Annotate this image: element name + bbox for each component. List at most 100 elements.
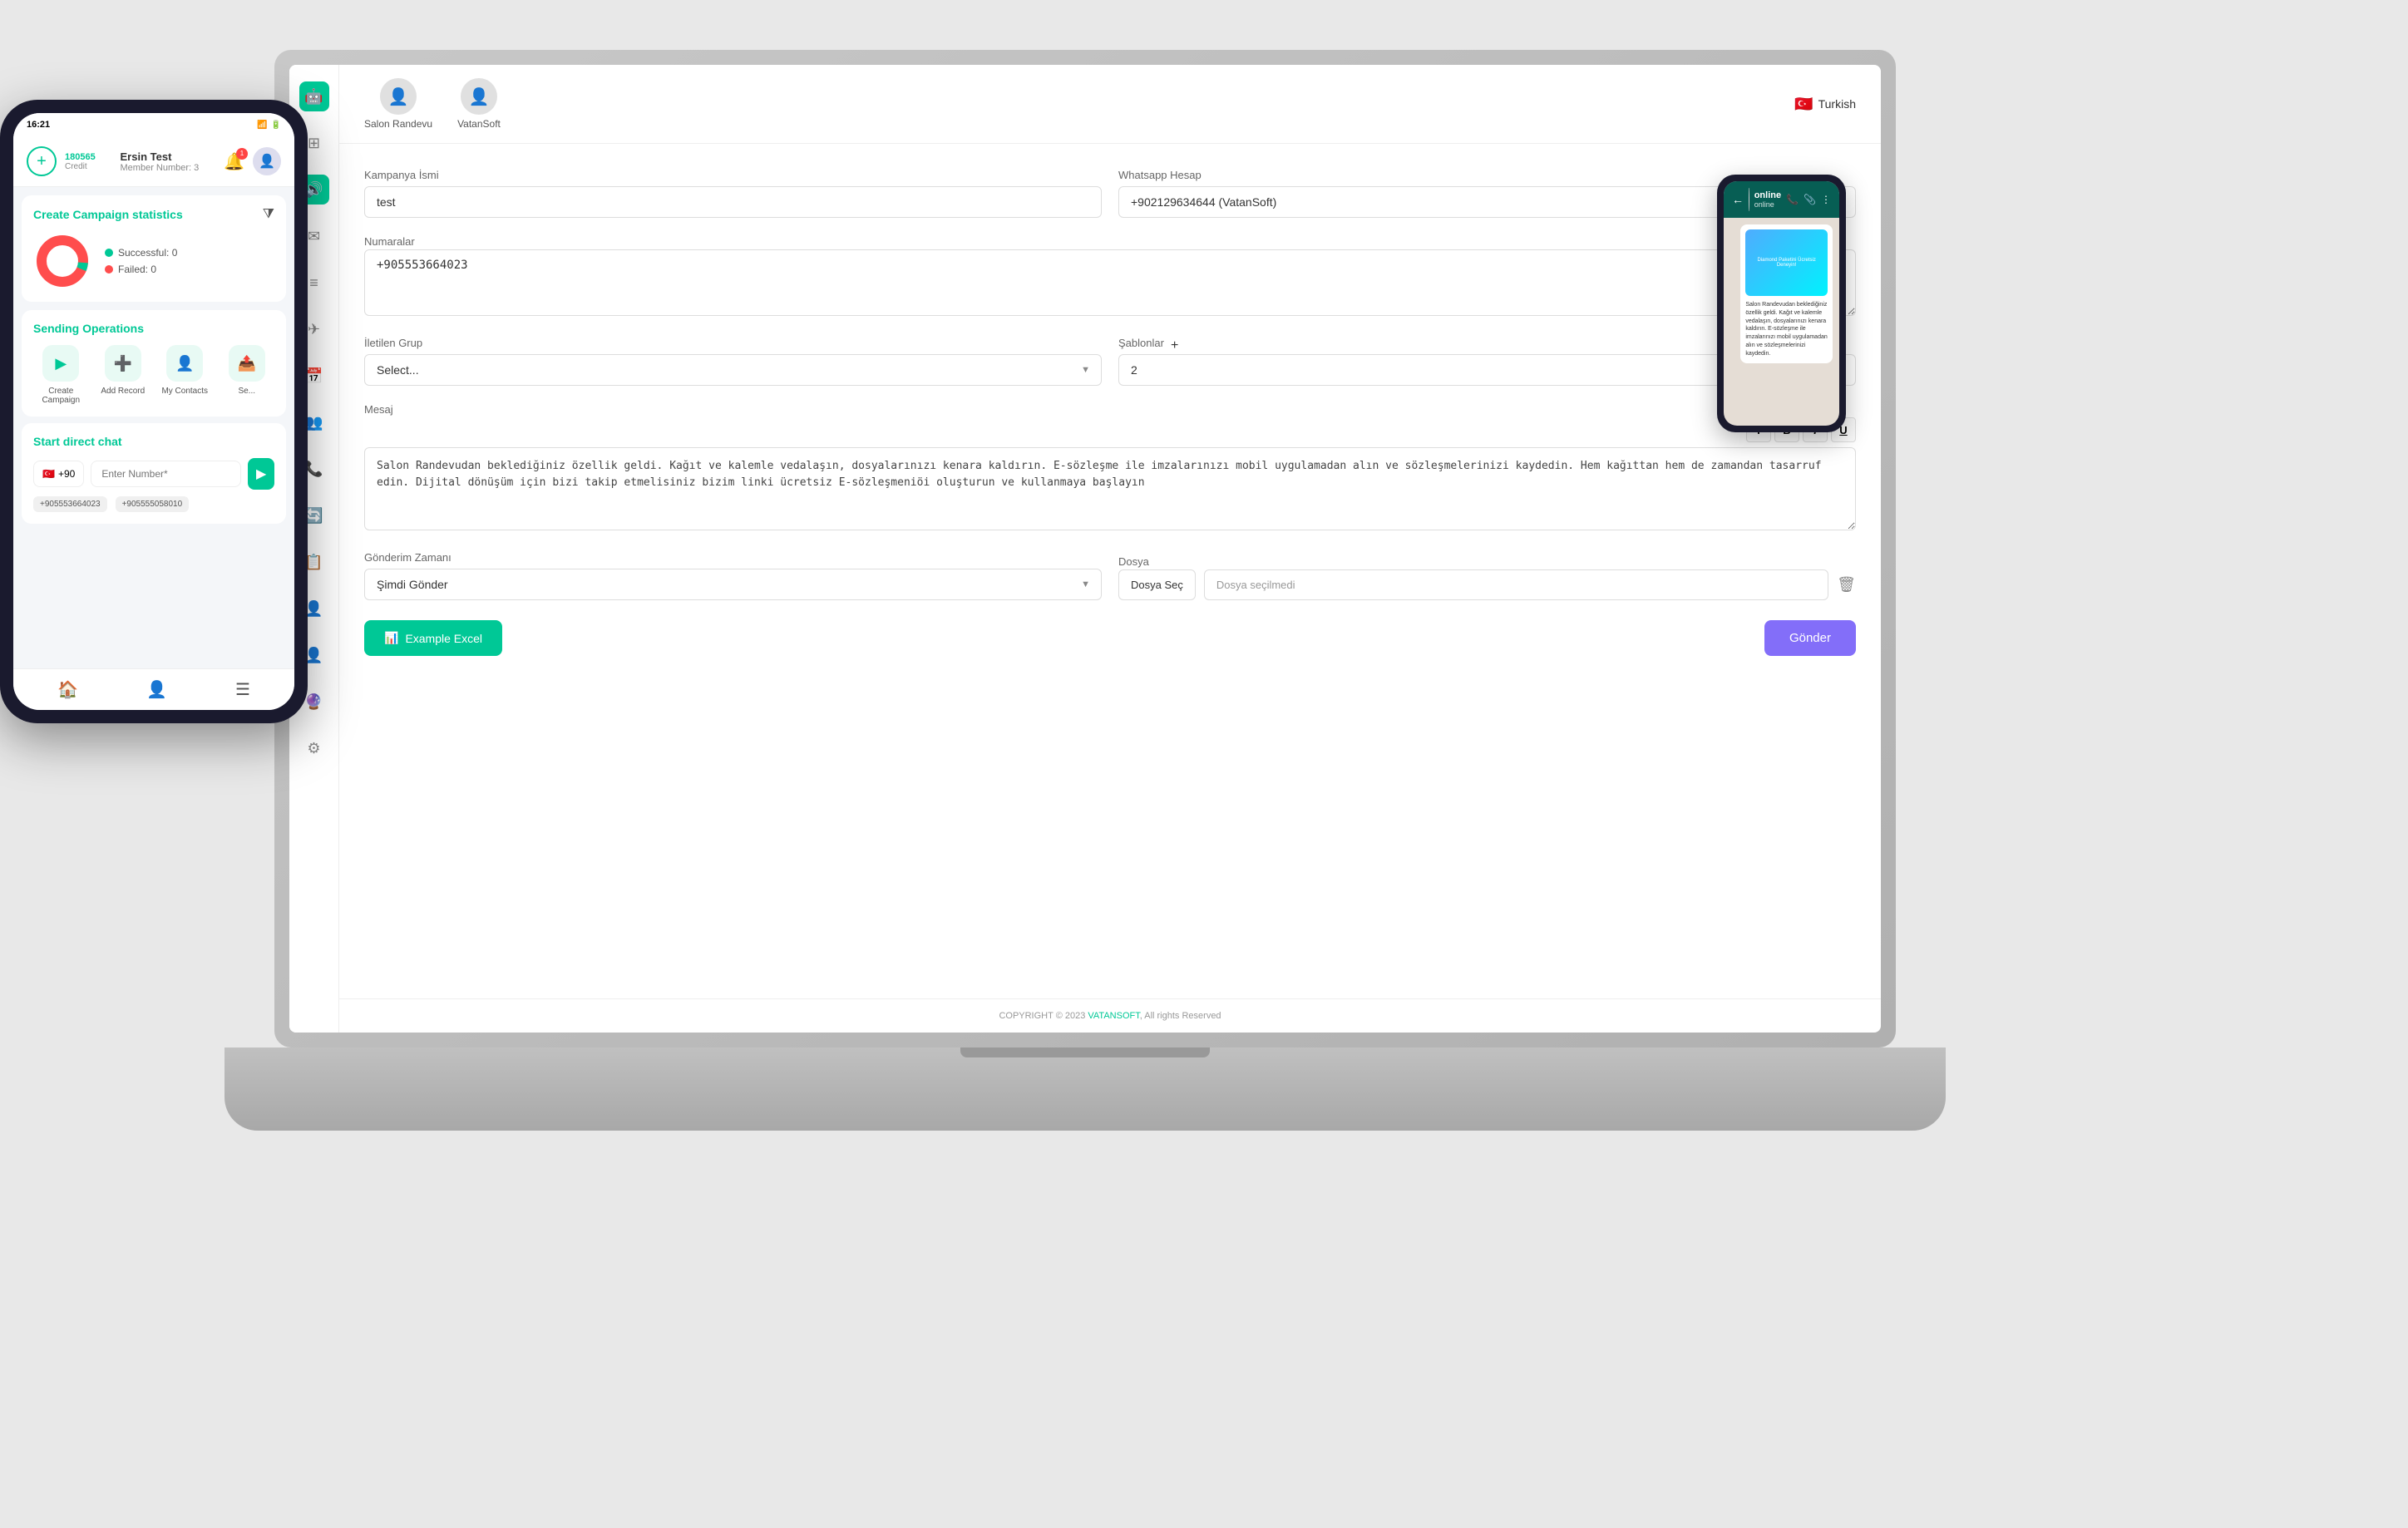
successful-dot (105, 249, 113, 257)
add-record-icon: ➕ (105, 345, 141, 382)
nav-account-salon[interactable]: 👤 Salon Randevu (364, 78, 432, 130)
preview-img-content: Diamond Paketini Ücretsiz Deneyin! (1745, 229, 1828, 296)
mesaj-label: Mesaj (364, 403, 393, 416)
status-time: 16:21 (27, 120, 50, 130)
send-direct-btn[interactable]: ▶ (248, 458, 274, 490)
nav-account-vatansoft[interactable]: 👤 VatanSoft (457, 78, 501, 130)
country-flag: 🇹🇷 (42, 468, 55, 480)
country-selector[interactable]: 🇹🇷 +90 (33, 461, 84, 487)
sablonlar-label: Şablonlar (1118, 337, 1164, 349)
bottom-form-row: Gönderim Zamanı Şimdi Gönder Dosya Dosya… (364, 551, 1856, 600)
preview-message: Diamond Paketini Ücretsiz Deneyin! Salon… (1740, 224, 1833, 363)
excel-label: Example Excel (405, 632, 482, 645)
notification-bell[interactable]: 🔔 1 (224, 151, 244, 172)
nav-accounts: 👤 Salon Randevu 👤 VatanSoft (364, 78, 501, 130)
credit-amount: 180565 (65, 152, 96, 162)
gonderim-label: Gönderim Zamanı (364, 551, 1102, 564)
kampanya-group: Kampanya İsmi (364, 169, 1102, 218)
preview-more-icon[interactable]: ⋮ (1821, 194, 1831, 205)
preview-attach-icon[interactable]: 📎 (1804, 194, 1816, 205)
numaralar-textarea[interactable]: +905553664023 (364, 249, 1856, 316)
credit-label: Credit (65, 162, 96, 171)
chat-input-row: 🇹🇷 +90 ▶ (33, 458, 274, 490)
op-create-label: CreateCampaign (42, 387, 80, 405)
preview-status-label: online (1754, 190, 1781, 200)
nav-menu[interactable]: ☰ (235, 679, 250, 700)
member-text: Member Number: 3 (121, 163, 200, 173)
recent-number-2[interactable]: +905555058010 (116, 496, 190, 512)
numaralar-label: Numaralar (364, 235, 415, 248)
recent-numbers: +905553664023 +905555058010 (33, 496, 274, 512)
header-icons: 🔔 1 👤 (224, 147, 281, 175)
preview-header: ← online online 📞 📎 ⋮ (1724, 181, 1839, 218)
nav-profile[interactable]: 👤 (146, 679, 167, 700)
vatansoft-name: VatanSoft (457, 118, 501, 130)
excel-icon: 📊 (384, 631, 398, 645)
phone-screen: 16:21 📶🔋 + 180565 Credit Ersin Test Memb… (13, 113, 294, 710)
vatansoft-avatar: 👤 (461, 78, 497, 115)
top-nav: 👤 Salon Randevu 👤 VatanSoft 🇹🇷 Turkish (339, 65, 1881, 144)
iletilen-group: İletilen Grup Select... (364, 337, 1102, 386)
recent-number-1[interactable]: +905553664023 (33, 496, 107, 512)
preview-msg-text: Salon Randevudan beklediğiniz özellik ge… (1745, 301, 1828, 358)
preview-call-icon[interactable]: 📞 (1786, 194, 1799, 205)
sidebar-settings-icon[interactable]: ⚙ (299, 733, 329, 763)
preview-messages: Diamond Paketini Ücretsiz Deneyin! Salon… (1724, 218, 1839, 426)
preview-phone: ← online online 📞 📎 ⋮ Diamond Paketini Ü… (1717, 175, 1846, 432)
op-contacts-label: My Contacts (161, 387, 208, 396)
action-row: 📊 Example Excel Gönder (364, 620, 1856, 656)
mesaj-textarea[interactable]: Salon Randevudan beklediğiniz özellik ge… (364, 447, 1856, 530)
dosya-select-btn[interactable]: Dosya Seç (1118, 569, 1196, 600)
example-excel-btn[interactable]: 📊 Example Excel (364, 620, 502, 656)
gondar-btn[interactable]: Gönder (1764, 620, 1856, 656)
numaralar-area: Numaralar +905553664023 📋 (364, 234, 1856, 320)
preview-status-group: online online (1754, 190, 1781, 209)
form-row-1: Kampanya İsmi Whatsapp Hesap +9021296346… (364, 169, 1856, 218)
phone-number-input[interactable] (91, 461, 241, 487)
country-code: +90 (58, 468, 75, 480)
op-create-campaign[interactable]: ▶ CreateCampaign (33, 345, 89, 405)
laptop-screen: 🤖 ⊞ 🔊 ✉ ≡ ✈ 📅 👥 📞 🔄 📋 👤 👤 🔮 ⚙ (289, 65, 1881, 1033)
status-bar: 16:21 📶🔋 (13, 113, 294, 136)
iletilen-select-wrapper: Select... (364, 354, 1102, 386)
credit-info: + 180565 Credit (27, 146, 96, 176)
phone-header: + 180565 Credit Ersin Test Member Number… (13, 136, 294, 187)
preview-msg-image: Diamond Paketini Ücretsiz Deneyin! (1745, 229, 1828, 296)
credit-add-btn[interactable]: + (27, 146, 57, 176)
stats-legend: Successful: 0 Failed: 0 (105, 247, 177, 275)
user-name: Ersin Test (121, 150, 200, 163)
language-label: Turkish (1818, 97, 1856, 111)
mesaj-toolbar: T B I U (364, 417, 1856, 442)
language-selector[interactable]: 🇹🇷 Turkish (1794, 96, 1856, 113)
op-my-contacts[interactable]: 👤 My Contacts (157, 345, 213, 405)
sending-ops-title: Sending Operations (33, 322, 144, 335)
filter-icon[interactable]: ⧩ (263, 207, 274, 222)
preview-online-indicator: online (1754, 200, 1781, 209)
nav-home[interactable]: 🏠 (57, 679, 78, 700)
user-avatar[interactable]: 👤 (253, 147, 281, 175)
language-flag: 🇹🇷 (1794, 96, 1813, 113)
dosya-delete-icon[interactable]: 🗑 (1837, 576, 1856, 594)
sablonlar-add-btn[interactable]: + (1171, 338, 1178, 353)
preview-back-icon[interactable]: ← (1732, 193, 1744, 206)
op-send-message[interactable]: 📤 Se... (220, 345, 275, 405)
legend-successful: Successful: 0 (105, 247, 177, 259)
dosya-inner: Dosya Seç Dosya seçilmedi 🗑 (1118, 569, 1856, 600)
status-icons: 📶🔋 (257, 121, 281, 130)
iletilen-select[interactable]: Select... (364, 354, 1102, 386)
preview-screen: ← online online 📞 📎 ⋮ Diamond Paketini Ü… (1724, 181, 1839, 426)
gonderim-select[interactable]: Şimdi Gönder (364, 569, 1102, 600)
phone-frame: 16:21 📶🔋 + 180565 Credit Ersin Test Memb… (0, 100, 308, 723)
laptop-body: 🤖 ⊞ 🔊 ✉ ≡ ✈ 📅 👥 📞 🔄 📋 👤 👤 🔮 ⚙ (274, 50, 1896, 1047)
failed-label: Failed: 0 (118, 264, 156, 275)
footer-brand: VATANSOFT (1088, 1011, 1139, 1021)
kampanya-input[interactable] (364, 186, 1102, 218)
direct-chat-section: Start direct chat 🇹🇷 +90 ▶ +905553664023… (22, 423, 286, 524)
kampanya-label: Kampanya İsmi (364, 169, 1102, 181)
credit-text: 180565 Credit (65, 152, 96, 171)
op-add-record[interactable]: ➕ Add Record (96, 345, 151, 405)
laptop-base (225, 1047, 1946, 1131)
dosya-value: Dosya seçilmedi (1204, 569, 1828, 600)
successful-label: Successful: 0 (118, 247, 177, 259)
main-content: 👤 Salon Randevu 👤 VatanSoft 🇹🇷 Turkish (339, 65, 1881, 1033)
